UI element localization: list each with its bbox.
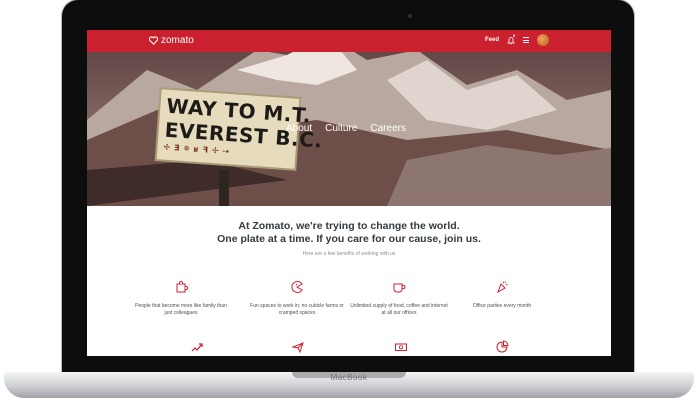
hero-nav: About Culture Careers: [286, 123, 406, 134]
benefits-subtext: Here are a few benefits of working with …: [302, 251, 396, 257]
benefit-parties: Office parties every month: [452, 280, 552, 310]
growth-chart-icon: [191, 343, 203, 352]
top-navbar: zomato Feed 0: [87, 30, 611, 52]
headline-line-1: At Zomato, we're trying to change the wo…: [238, 220, 460, 232]
sign-post: [219, 170, 229, 206]
feed-link[interactable]: Feed: [485, 37, 499, 43]
benefit-family: People that become more like family than…: [131, 280, 231, 317]
user-avatar[interactable]: [537, 34, 549, 46]
hamburger-icon[interactable]: [523, 36, 529, 45]
party-popper-icon: [497, 281, 508, 294]
benefit-text: Unlimited supply of food, coffee and int…: [350, 303, 448, 316]
main-content: At Zomato, we're trying to change the wo…: [87, 206, 611, 356]
benefit-text: People that become more like family than…: [135, 303, 227, 316]
money-icon: [395, 343, 407, 351]
coffee-cup-icon: [393, 283, 406, 293]
benefit-text: Office parties every month: [472, 303, 532, 309]
notification-count: 0: [513, 32, 516, 38]
everest-sign: WAY TO M.T. EVEREST B.C. ✢ Ǝ ✵ ʁ ꟻ ✢ ⇢: [156, 89, 323, 169]
browser-screen: WAY TO M.T. EVEREST B.C. ✢ Ǝ ✵ ʁ ꟻ ✢ ⇢ z…: [87, 30, 611, 356]
benefit-text: Fun spaces to work in; no cubicle farms …: [250, 303, 344, 316]
puzzle-icon: [176, 280, 188, 293]
pie-chart-icon: [496, 340, 509, 353]
camera: [408, 14, 412, 18]
airplane-icon: [291, 342, 304, 354]
zomato-logo[interactable]: zomato: [149, 35, 194, 46]
navbar-actions: Feed 0: [485, 32, 549, 46]
hero-banner: WAY TO M.T. EVEREST B.C. ✢ Ǝ ✵ ʁ ꟻ ✢ ⇢ z…: [87, 30, 611, 206]
benefit-spaces: Fun spaces to work in; no cubicle farms …: [247, 280, 347, 317]
device-brand-label: MacBook: [330, 373, 368, 382]
heart-logo-icon: [149, 36, 158, 45]
nav-careers[interactable]: Careers: [370, 123, 406, 134]
notifications-button[interactable]: 0: [507, 32, 516, 45]
nav-culture[interactable]: Culture: [325, 123, 357, 134]
pacman-icon: [291, 281, 303, 293]
logo-text: zomato: [161, 35, 194, 46]
nav-about[interactable]: About: [286, 123, 312, 134]
benefit-food: Unlimited supply of food, coffee and int…: [349, 280, 449, 317]
headline-line-2: One plate at a time. If you care for our…: [217, 233, 481, 245]
headline: At Zomato, we're trying to change the wo…: [87, 220, 611, 246]
